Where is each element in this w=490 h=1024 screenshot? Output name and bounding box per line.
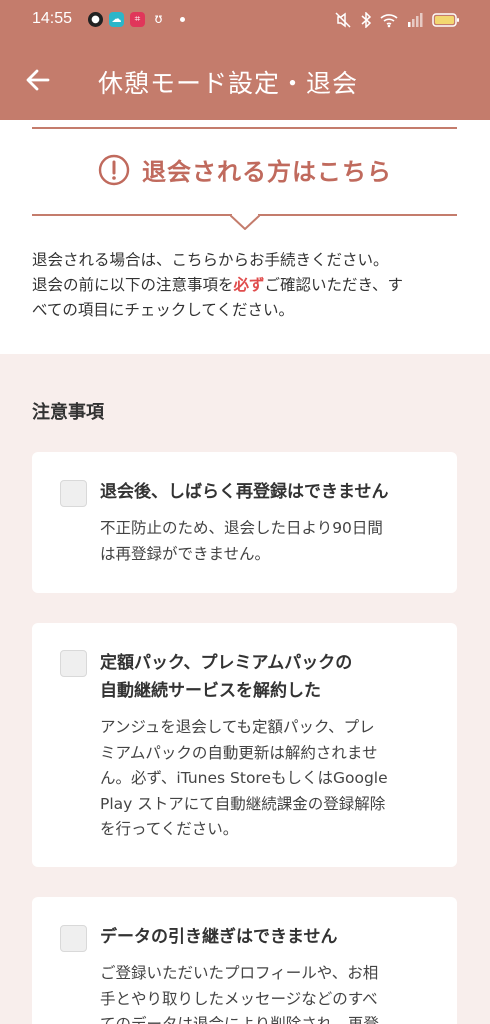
intro-line: 退会の前に以下の注意事項を必ずご確認いただき、す: [32, 273, 462, 298]
bluetooth-icon: [361, 12, 372, 28]
note-body-line: は再登録ができません。: [100, 544, 271, 563]
signal-icon: [408, 13, 423, 27]
note-body: 不正防止のため、退会した日より90日間 は再登録ができません。: [100, 516, 440, 567]
intro-line: 退会される場合は、こちらからお手続きください。: [32, 251, 389, 269]
note-body-line: を行ってください。: [100, 820, 239, 838]
note-body-line: アンジュを退会しても定額パック、プレ: [100, 718, 375, 736]
mute-vibrate-icon: [335, 12, 351, 28]
battery-icon: [432, 13, 459, 27]
intro-text: 退会の前に以下の注意事項を: [32, 276, 234, 294]
note-title-line: 退会後、しばらく再登録はできません: [100, 482, 389, 502]
header: 14:55 ● ☁ ⌗ ʊ 休憩モード設定・退会: [0, 0, 490, 120]
note-body: ご登録いただいたプロフィールや、お相 手とやり取りしたメッセージなどのすべ ての…: [100, 961, 440, 1024]
more-notifications-dot: [180, 17, 185, 22]
withdraw-heading: 退会される方はこちら: [0, 152, 490, 187]
status-time: 14:55: [32, 10, 73, 27]
note-card-re-registration[interactable]: 退会後、しばらく再登録はできません 不正防止のため、退会した日より90日間 は再…: [32, 452, 457, 593]
bunny-app-icon: ʊ: [154, 12, 163, 27]
note-body-line: 手とやり取りしたメッセージなどのすべ: [100, 989, 378, 1008]
cloud-app-icon: ☁: [109, 12, 124, 27]
notification-icons: ● ☁ ⌗ ʊ: [88, 12, 185, 27]
top-divider: [32, 127, 457, 129]
withdraw-heading-text: 退会される方はこちら: [142, 158, 392, 186]
intro-text: ご確認いただき、す: [264, 276, 403, 294]
chat-bubble-icon: ●: [88, 12, 103, 27]
system-icons: [334, 12, 460, 28]
status-bar: 14:55 ● ☁ ⌗ ʊ: [0, 0, 490, 44]
note-title-line: 自動継続サービスを解約した: [100, 681, 321, 701]
note-title-line: 定額パック、プレミアムパックの: [100, 653, 353, 673]
intro-line: べての項目にチェックしてください。: [32, 301, 294, 319]
notes-section-title: 注意事項: [32, 402, 104, 423]
alert-circle-icon: [98, 154, 130, 185]
note-body-line: ん。必ず、iTunes StoreもしくはGoogle: [100, 769, 388, 787]
wifi-icon: [380, 14, 398, 28]
note-title: データの引き継ぎはできません: [100, 923, 440, 951]
note-card-data-transfer[interactable]: データの引き継ぎはできません ご登録いただいたプロフィールや、お相 手とやり取り…: [32, 897, 457, 1024]
app-bar: 休憩モード設定・退会: [0, 44, 490, 120]
note-body: アンジュを退会しても定額パック、プレ ミアムパックの自動更新は解約されませ ん。…: [100, 715, 440, 843]
note-checkbox[interactable]: [60, 480, 87, 507]
note-title: 定額パック、プレミアムパックの 自動継続サービスを解約した: [100, 649, 440, 705]
note-title: 退会後、しばらく再登録はできません: [100, 478, 440, 506]
note-body-line: てのデータは退会により削除され、再登: [100, 1015, 379, 1024]
note-title-line: データの引き継ぎはできません: [100, 927, 338, 947]
note-body-line: ミアムパックの自動更新は解約されませ: [100, 743, 378, 762]
note-checkbox[interactable]: [60, 650, 87, 677]
withdraw-intro: 退会される場合は、こちらからお手続きください。 退会の前に以下の注意事項を必ずご…: [32, 248, 462, 323]
page-title: 休憩モード設定・退会: [98, 69, 359, 98]
note-body-line: ご登録いただいたプロフィールや、お相: [100, 964, 379, 982]
note-body-line: Play ストアにて自動継続課金の登録解除: [100, 794, 386, 813]
note-checkbox[interactable]: [60, 925, 87, 952]
crop-app-icon: ⌗: [130, 12, 145, 27]
back-arrow-icon[interactable]: [24, 66, 52, 94]
emphasis-text: 必ず: [233, 276, 265, 294]
note-card-subscription[interactable]: 定額パック、プレミアムパックの 自動継続サービスを解約した アンジュを退会しても…: [32, 623, 457, 867]
divider-notch: [230, 214, 260, 230]
note-body-line: 不正防止のため、退会した日より90日間: [100, 519, 383, 537]
